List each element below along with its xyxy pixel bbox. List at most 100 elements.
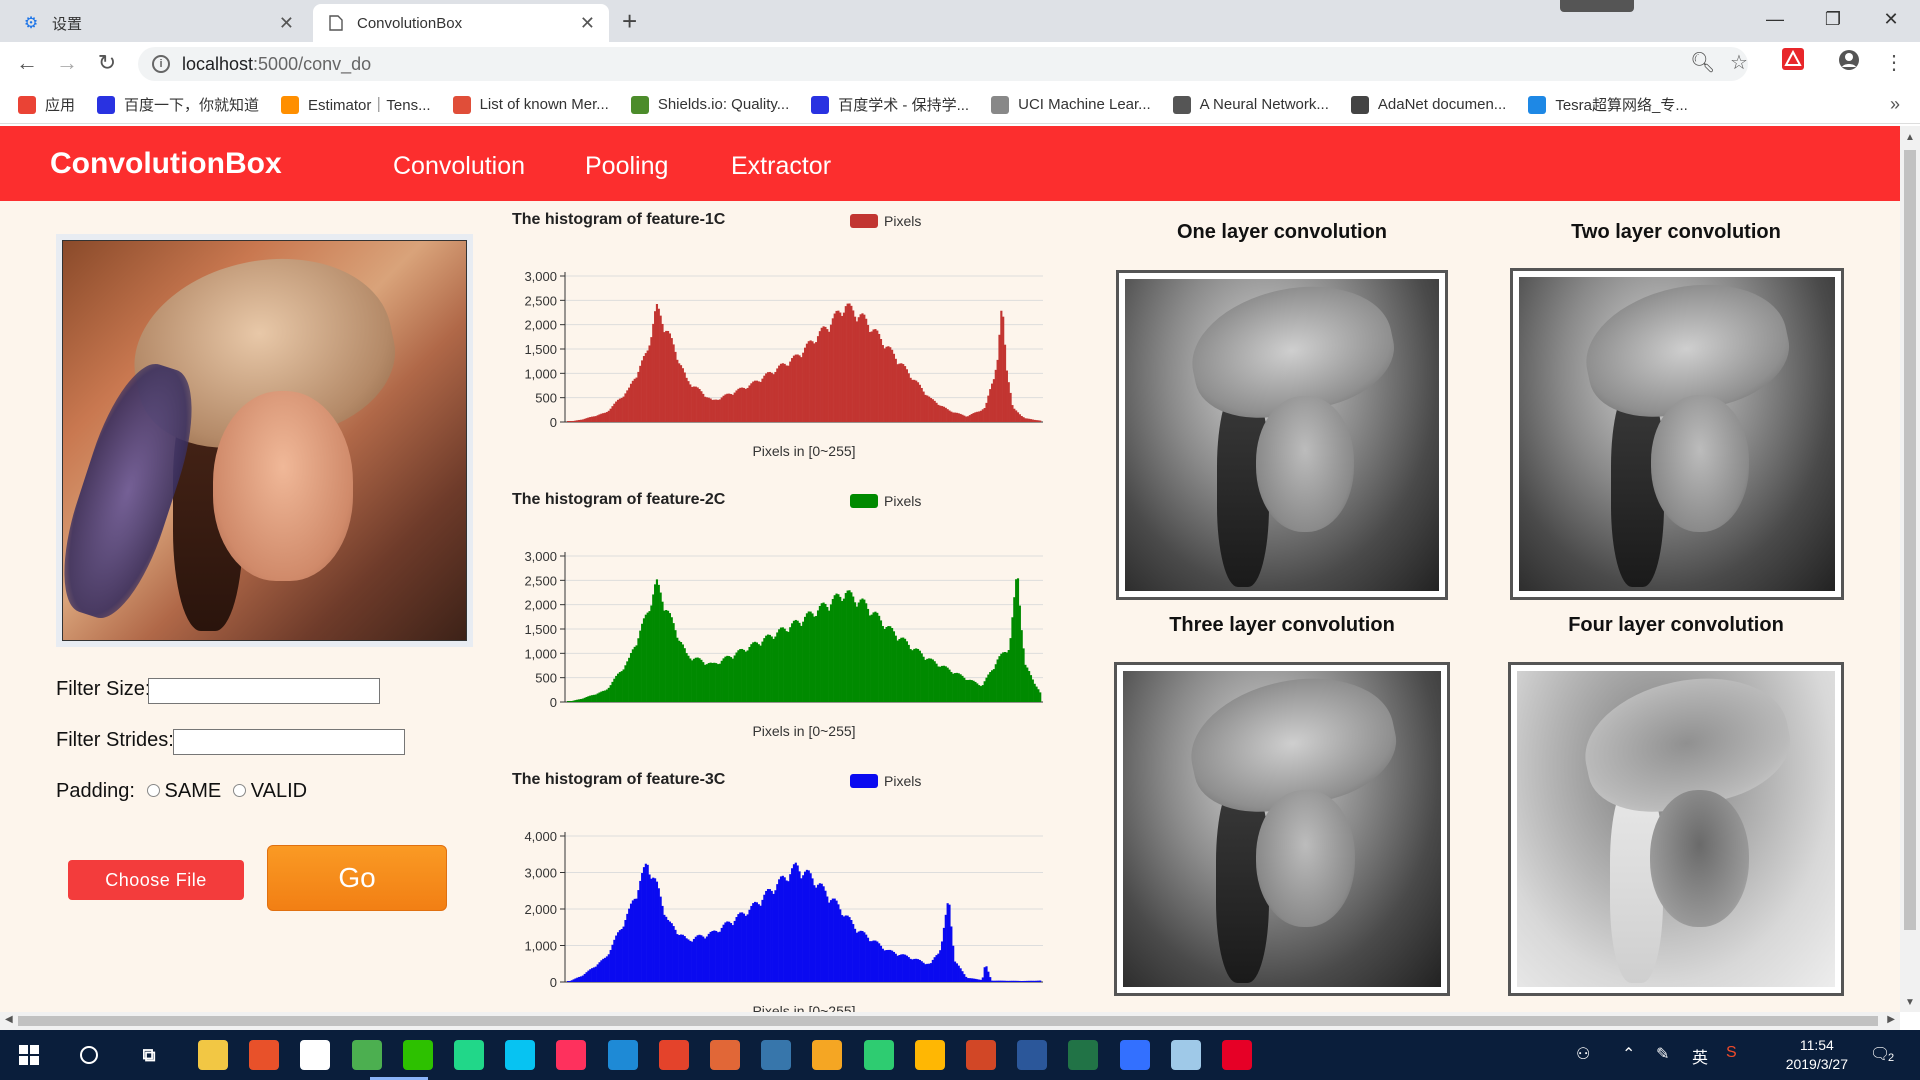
scroll-up-icon[interactable]: ▲ [1905,132,1915,143]
legend-swatch[interactable] [850,494,878,508]
python-icon[interactable] [761,1040,792,1070]
chrome-icon[interactable] [351,1040,382,1070]
output-title-1: One layer convolution [1176,221,1388,243]
vertical-scrollbar[interactable]: ▲ ▼ [1900,126,1920,1012]
horizontal-scrollbar[interactable]: ◀ ▶ [0,1012,1900,1030]
histogram-bar [698,934,701,982]
forward-icon[interactable]: → [52,50,82,76]
info-icon[interactable]: i [152,55,170,73]
app-icon[interactable] [914,1040,945,1070]
scroll-down-icon[interactable]: ▼ [1905,997,1915,1008]
task-view-icon[interactable]: ⧉ [134,1040,164,1070]
close-icon[interactable]: ✕ [279,13,294,34]
choose-file-button[interactable]: Choose File [68,860,244,900]
tab-convolutionbox[interactable]: ConvolutionBox ✕ [313,4,609,42]
vscode-icon[interactable] [607,1040,638,1070]
intellij-icon[interactable] [556,1040,587,1070]
scroll-left-icon[interactable]: ◀ [5,1014,13,1025]
brand-logo[interactable]: ConvolutionBox [50,147,282,181]
histogram-bar [835,593,838,702]
windows-start-icon[interactable] [14,1040,44,1070]
histogram-bar [1037,420,1040,422]
legend-label[interactable]: Pixels [884,213,921,229]
paint-icon[interactable] [300,1040,331,1070]
bookmark-item[interactable]: List of known Mer... [452,95,609,114]
reload-icon[interactable]: ↻ [92,50,122,76]
histogram-bar [848,303,851,422]
legend-label[interactable]: Pixels [884,493,921,509]
sogou-icon[interactable]: S [1726,1044,1737,1062]
padding-valid-radio[interactable] [232,783,246,797]
new-tab-button[interactable]: + [622,6,637,37]
bookmarks-overflow-icon[interactable]: » [1890,94,1900,115]
bookmark-item[interactable]: UCI Machine Lear... [991,95,1151,114]
scroll-thumb[interactable] [1904,150,1916,930]
bookmark-item[interactable]: 百度一下，你就知道 [97,94,259,115]
app-icon[interactable] [812,1040,843,1070]
legend-label[interactable]: Pixels [884,773,921,789]
pycharm-icon[interactable] [454,1040,484,1070]
histogram-bar [953,412,957,422]
netease-music-icon[interactable] [1222,1040,1252,1070]
excel-icon[interactable] [1068,1040,1099,1070]
progress-icon[interactable] [863,1040,894,1070]
bookmark-item[interactable]: Shields.io: Quality... [630,95,789,114]
histogram-bar [616,399,620,422]
close-icon[interactable]: ✕ [580,13,595,34]
menu-icon[interactable]: ⋮ [1884,50,1904,75]
padding-same-radio[interactable] [146,783,160,797]
wechat-icon[interactable] [402,1040,433,1070]
webstorm-icon[interactable] [505,1040,536,1070]
bookmark-item[interactable]: Estimator｜Tens... [281,94,431,115]
maximize-button[interactable]: ❐ [1810,4,1856,34]
nav-convolution[interactable]: Convolution [393,152,525,181]
nav-extractor[interactable]: Extractor [731,152,831,181]
acrobat-icon[interactable] [1782,48,1804,76]
tab-settings[interactable]: ⚙ 设置 ✕ [8,4,308,42]
people-icon[interactable]: ⚇ [1576,1044,1590,1064]
histogram-bar [1026,418,1029,422]
bookmark-item[interactable]: Tesra超算网络_专... [1528,94,1688,115]
close-window-button[interactable]: ✕ [1868,4,1914,34]
histogram-bar [1009,638,1012,702]
histogram-bar [922,391,925,422]
zoom-icon[interactable]: 🔍︎ [1690,50,1715,75]
bookmark-item[interactable]: A Neural Network... [1172,95,1329,114]
clock[interactable]: 11:54 2019/3/27 [1786,1036,1848,1074]
histogram-bar [903,954,907,982]
tray-chevron-icon[interactable]: ⌃ [1622,1044,1635,1064]
histogram-bar [922,656,925,702]
back-icon[interactable]: ← [12,50,42,76]
pen-icon[interactable]: ✎ [1656,1044,1669,1064]
bookmark-item[interactable]: 应用 [18,94,75,115]
minimize-button[interactable]: — [1752,4,1798,34]
nav-pooling[interactable]: Pooling [585,152,668,181]
word-icon[interactable] [1017,1040,1048,1070]
histogram-bar [602,958,605,982]
scroll-right-icon[interactable]: ▶ [1887,1014,1895,1025]
matlab-icon[interactable] [710,1040,740,1070]
go-button[interactable]: Go [267,845,447,911]
histogram-bar [1035,420,1038,422]
histogram-bar [707,933,710,982]
ime-indicator[interactable]: 英 [1692,1044,1708,1068]
office-icon[interactable] [658,1040,689,1070]
profile-icon[interactable] [1838,49,1860,77]
histogram-bar [624,920,627,982]
firefox-icon[interactable] [249,1040,280,1070]
scroll-thumb[interactable] [18,1016,1878,1026]
file-explorer-icon[interactable] [198,1040,228,1070]
bookmark-item[interactable]: 百度学术 - 保持学... [811,94,969,115]
star-icon[interactable]: ☆ [1730,50,1748,75]
histogram-bar [876,330,879,422]
legend-swatch[interactable] [850,774,878,788]
filter-size-input[interactable] [148,678,380,704]
app-icon[interactable] [1170,1040,1201,1070]
feishu-icon[interactable] [1119,1040,1150,1070]
address-bar[interactable]: i localhost:5000/conv_do [138,47,1748,81]
filter-strides-input[interactable] [173,729,405,755]
bookmark-item[interactable]: AdaNet documen... [1350,95,1506,114]
search-icon[interactable] [74,1040,104,1070]
legend-swatch[interactable] [850,214,878,228]
powerpoint-icon[interactable] [966,1040,996,1070]
